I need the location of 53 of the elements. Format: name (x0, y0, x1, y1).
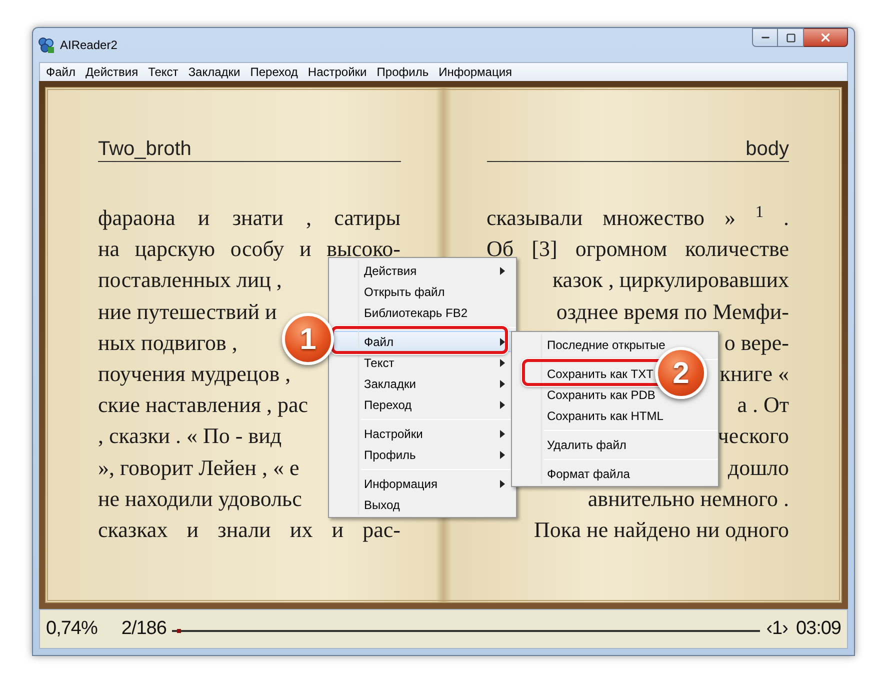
book-text-line: дошло (728, 454, 789, 480)
book-text-line: поставленных лиц , (98, 267, 282, 292)
book-text-line: Пока не найдено ни одного (534, 516, 789, 542)
chapter-indicator: ‹1› (766, 616, 788, 641)
book-text-line: о вере- (724, 330, 789, 355)
book-text-line: казок , циркулировавших (552, 267, 789, 292)
menu-bar-item[interactable]: Файл (41, 63, 81, 81)
progress-marker[interactable] (176, 629, 181, 633)
menu-item[interactable]: Информация (331, 473, 514, 494)
book-text-line: сказывали множество » $^{1}$ . (486, 202, 789, 232)
app-logo-icon (37, 36, 55, 54)
menu-item[interactable]: Настройки (331, 423, 514, 444)
close-icon (819, 31, 832, 44)
book-text-line: не находили удовольс (98, 486, 302, 511)
book-text-line: ных подвигов , (98, 330, 238, 355)
page-header: Two_broth (98, 139, 192, 159)
close-button[interactable] (804, 28, 848, 47)
menu-bar-item[interactable]: Закладки (183, 63, 246, 81)
book-text-line: книге « (720, 360, 789, 386)
menu-bar-item[interactable]: Переход (245, 63, 303, 81)
book-text-line: сказках и знали их и рас- (98, 516, 400, 544)
window-title: AIReader2 (60, 37, 118, 54)
menu-item[interactable]: Сохранить как HTML (514, 405, 716, 426)
menu-item[interactable]: Удалить файл (514, 434, 716, 455)
menu-item[interactable]: Выход (331, 494, 514, 515)
menu-bar-item[interactable]: Профиль (372, 63, 434, 81)
menu-item[interactable]: Закладки (331, 373, 514, 394)
book-text-line: озднее время по Мемфи- (556, 298, 789, 324)
maximize-icon (786, 32, 796, 42)
menu-bar-item[interactable]: Действия (80, 63, 144, 81)
book-text-line: авнительно немного . (588, 486, 789, 511)
page-header: body (746, 139, 789, 159)
book-text-line: фараона и знати , сатиры (98, 204, 400, 232)
maximize-button[interactable] (778, 28, 804, 47)
menu-bar-item[interactable]: Информация (434, 63, 518, 81)
menu-bar-item[interactable]: Настройки (302, 63, 372, 81)
menu-item[interactable]: Переход (331, 394, 514, 415)
book-text-line: а . От (737, 392, 789, 418)
page-counter: 2/186 (121, 616, 166, 641)
menu-item[interactable]: Файл (331, 331, 514, 352)
menu-item[interactable]: Открыть файл (331, 281, 514, 302)
book-text-line: ские наставления , рас (98, 392, 308, 418)
book-text-line: , сказки . « По - вид (98, 423, 282, 448)
menu-item[interactable]: Формат файла (514, 463, 716, 484)
menu-bar-item[interactable]: Текст (143, 63, 184, 81)
book-text-line: », говорит Лейен , « е (98, 454, 300, 480)
book-text-line: ческого (718, 423, 789, 448)
progress-percent: 0,74% (46, 616, 98, 641)
menu-item[interactable]: Текст (331, 352, 514, 373)
clock-time: 03:09 (796, 616, 841, 641)
menu-item[interactable]: Библиотекарь FB2 (331, 302, 514, 323)
book-text-line: ние путешествий и (98, 298, 277, 324)
menu-item[interactable]: Профиль (331, 444, 514, 465)
